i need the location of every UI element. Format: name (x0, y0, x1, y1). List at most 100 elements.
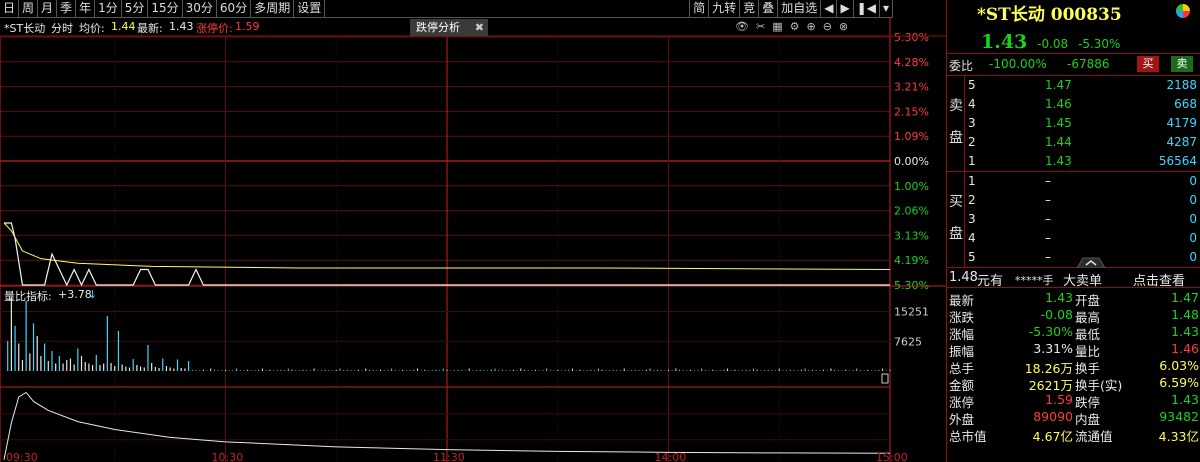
price-axis-tick: 3.21% (894, 81, 929, 94)
buy-book-row-3[interactable]: 3 – 0 (947, 210, 1200, 228)
stat-row: 外盘 89090 内盘 93482 (947, 408, 1200, 427)
buy-book-price: – (1045, 212, 1051, 226)
toolbar-right-item-2[interactable]: 竞 (740, 0, 760, 18)
stat-row: 涨跌 -0.08 最高 1.48 (947, 306, 1200, 325)
stat-value: 1.43 (1171, 392, 1199, 407)
time-axis-tick: 10:30 (212, 451, 244, 462)
period-tab-4[interactable]: 年 (76, 0, 96, 18)
order-diff-value: -67886 (1067, 57, 1110, 71)
stat-value: 4.33亿 (1158, 429, 1199, 444)
period-tab-8[interactable]: 30分 (183, 0, 217, 18)
buy-book-level: 2 (968, 193, 976, 207)
period-tab-11[interactable]: 设置 (294, 0, 326, 18)
time-axis-tick: 14:00 (655, 451, 687, 462)
big-order-hand: *****手 (1015, 274, 1054, 287)
buy-book-volume: 0 (1189, 231, 1197, 245)
stock-header: *ST长动 000835 1.43 -0.08 -5.30% (947, 0, 1200, 54)
buy-book-level: 1 (968, 174, 976, 188)
big-order-unit: 元有 (977, 274, 1004, 289)
price-axis-tick: 1.09% (894, 130, 929, 143)
stat-row: 涨停 1.59 跌停 1.43 (947, 391, 1200, 410)
big-order-label: 大卖单 (1063, 274, 1103, 289)
stat-value: 1.59 (1045, 392, 1073, 407)
buy-book-price: – (1045, 174, 1051, 188)
intraday-chart[interactable]: 5.30% 4.28% 3.21% 2.15% 1.09% 0.00% 1.00% 2.06%… (0, 18, 946, 462)
toolbar-right-item-5[interactable]: ◀ (821, 0, 838, 18)
period-tab-7[interactable]: 15分 (148, 0, 183, 18)
period-tab-0[interactable]: 日 (0, 0, 20, 18)
stat-label: 流通值 (1075, 429, 1113, 444)
buy-book-volume: 0 (1189, 193, 1197, 207)
toolbar-right-item-4[interactable]: 加自选 (778, 0, 822, 18)
stat-value: 3.31% (1033, 341, 1073, 356)
buy-book-row-2[interactable]: 2 – 0 (947, 191, 1200, 209)
period-tab-2[interactable]: 月 (38, 0, 58, 18)
current-price: 1.43 (981, 31, 1028, 53)
sell-book-level: 4 (968, 97, 976, 111)
sell-book-row-1[interactable]: 1 1.43 56564 (947, 152, 1200, 170)
sell-book-row-5[interactable]: 5 1.47 2188 (947, 76, 1200, 94)
stat-row: 涨幅 -5.30% 最低 1.43 (947, 323, 1200, 342)
toolbar-right-item-3[interactable]: 叠 (759, 0, 779, 18)
stat-row: 振幅 3.31% 量比 1.46 (947, 340, 1200, 359)
zoom-out-icon[interactable]: ⊖ (823, 20, 832, 33)
grid-icon[interactable]: ▦ (772, 20, 782, 33)
sell-book-level: 1 (968, 154, 976, 168)
sell-book-row-4[interactable]: 4 1.46 668 (947, 95, 1200, 113)
time-axis-tick: 15:00 (876, 451, 908, 462)
toolbar-right-item-0[interactable]: 简 (689, 0, 710, 18)
toolbar-right-item-1[interactable]: 九转 (709, 0, 741, 18)
stock-name-code[interactable]: *ST长动 000835 (977, 0, 1122, 25)
close-chart-icon[interactable]: ⊗ (839, 20, 848, 33)
price-axis-tick: 2.15% (894, 105, 929, 118)
stat-value: 1.46 (1171, 341, 1199, 356)
sell-book-row-3[interactable]: 3 1.45 4179 (947, 114, 1200, 132)
ratio-indicator-label: 量比指标: (4, 290, 52, 303)
stat-row: 金额 2621万 换手(实) 6.59% (947, 374, 1200, 393)
period-tab-3[interactable]: 季 (57, 0, 77, 18)
toolbar-right-item-7[interactable]: ❚◀ (854, 0, 880, 18)
toolbar-right-item-8[interactable]: ▾ (880, 0, 893, 18)
chevron-up-icon[interactable] (1071, 256, 1111, 268)
time-axis-tick: 09:30 (6, 451, 38, 462)
zoom-in-icon[interactable]: ⊕ (806, 20, 815, 33)
stat-value: 1.43 (1045, 290, 1073, 305)
period-tab-10[interactable]: 多周期 (251, 0, 295, 18)
stat-value: 89090 (1033, 409, 1073, 424)
stat-value: -5.30% (1028, 324, 1073, 339)
price-axis-tick: 2.06% (894, 205, 929, 218)
settings-icon[interactable]: ⚙ (790, 20, 800, 33)
sell-button[interactable]: 卖 (1171, 56, 1193, 72)
limit-down-analysis-tab[interactable]: 跌停分析 ✖ (410, 19, 488, 36)
period-tab-5[interactable]: 1分 (95, 0, 122, 18)
big-order-link[interactable]: 点击查看 (1133, 270, 1185, 289)
period-tab-1[interactable]: 周 (19, 0, 39, 18)
order-ratio-row: 委比 -100.00% -67886 买 卖 (947, 54, 1200, 76)
price-change: -0.08 (1037, 37, 1069, 51)
eye-icon[interactable]: 👁 (735, 20, 749, 33)
toolbar-right-item-6[interactable]: ▶ (837, 0, 854, 18)
stat-row: 总市值 4.67亿 流通值 4.33亿 (947, 425, 1200, 444)
price-axis-tick: 3.13% (894, 229, 929, 242)
logo-icon[interactable] (1176, 4, 1190, 18)
scissors-icon[interactable]: ✂ (756, 20, 765, 33)
sell-book-volume: 2188 (1166, 78, 1197, 92)
buy-book-row-4[interactable]: 4 – 0 (947, 229, 1200, 247)
close-icon[interactable]: ✖ (475, 19, 484, 36)
chart-mode-label: 分时 (51, 22, 73, 35)
quote-line: 1.43 -0.08 -5.30% (981, 31, 1120, 53)
big-order-price: 1.48 (949, 270, 978, 285)
order-ratio-value: -100.00% (989, 57, 1047, 71)
buy-button[interactable]: 买 (1137, 56, 1159, 72)
scroll-box-icon[interactable] (881, 373, 889, 384)
period-tab-9[interactable]: 60分 (217, 0, 252, 18)
sell-book-row-2[interactable]: 2 1.44 4287 (947, 133, 1200, 151)
order-ratio-label: 委比 (949, 59, 974, 73)
buy-book-row-1[interactable]: 1 – 0 (947, 172, 1200, 190)
sell-book-price: 1.43 (1045, 154, 1072, 168)
limit-up-label: 涨停价: (196, 22, 233, 35)
chart-header: *ST长动 分时 均价: 1.44 最新: 1.43 涨停价: 1.59 跌停分… (0, 18, 893, 37)
period-tab-6[interactable]: 5分 (122, 0, 149, 18)
big-order-row[interactable]: 1.48 元有 *****手 大卖单 点击查看 (947, 268, 1200, 289)
buy-book-level: 3 (968, 212, 976, 226)
